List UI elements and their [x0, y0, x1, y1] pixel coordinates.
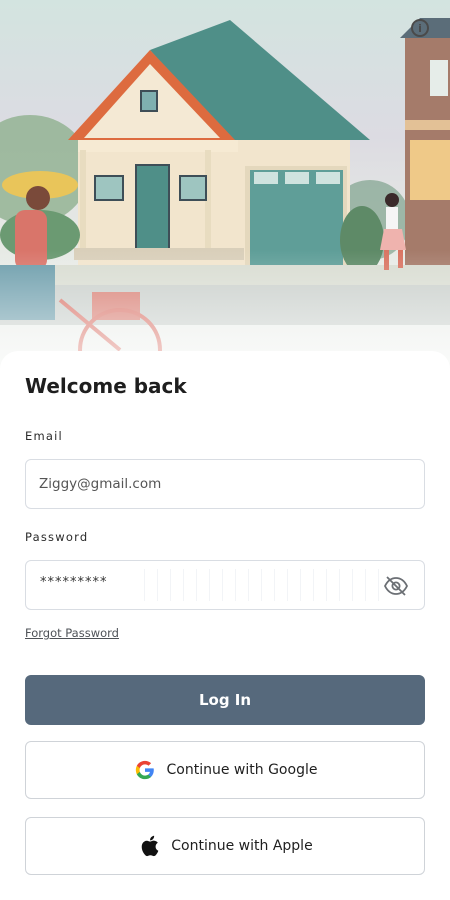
password-label: Password: [25, 530, 89, 544]
google-button[interactable]: Continue with Google: [25, 741, 425, 799]
google-icon: [133, 758, 157, 782]
apple-button[interactable]: Continue with Apple: [25, 817, 425, 875]
apple-icon: [137, 834, 161, 858]
password-field[interactable]: *********: [25, 560, 425, 610]
password-value[interactable]: *********: [40, 575, 108, 590]
info-icon[interactable]: i: [411, 19, 429, 37]
page-title: Welcome back: [25, 374, 187, 398]
email-field[interactable]: [25, 459, 425, 509]
google-button-label: Continue with Google: [166, 762, 318, 778]
forgot-password-link[interactable]: Forgot Password: [25, 626, 119, 640]
email-input[interactable]: [26, 460, 379, 508]
password-input-area[interactable]: [144, 569, 384, 601]
neighborhood-illustration: [0, 18, 450, 390]
email-label: Email: [25, 429, 63, 443]
apple-button-label: Continue with Apple: [171, 838, 313, 854]
eye-off-icon[interactable]: [384, 575, 408, 597]
hero-illustration: i: [0, 0, 450, 390]
login-button[interactable]: Log In: [25, 675, 425, 725]
